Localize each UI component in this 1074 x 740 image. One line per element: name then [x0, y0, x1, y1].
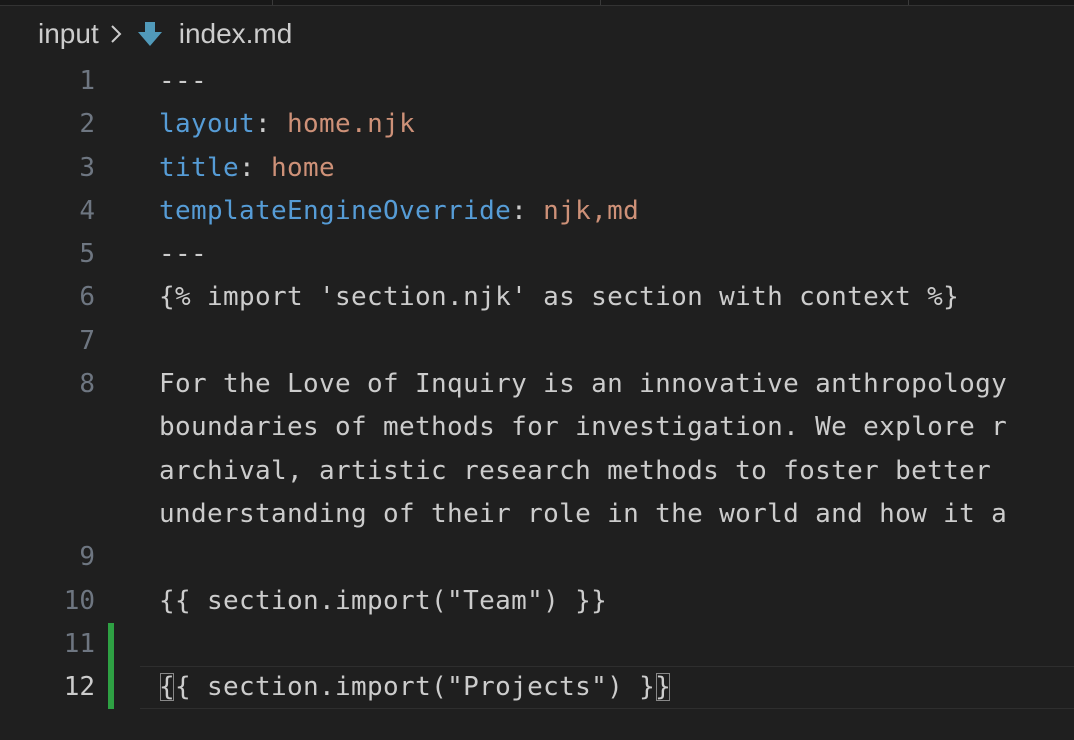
line-number: 10: [63, 585, 95, 616]
code-line[interactable]: 6 {% import 'section.njk' as section wit…: [0, 276, 1074, 319]
code-line[interactable]: 8 For the Love of Inquiry is an innovati…: [0, 363, 1074, 406]
code-line[interactable]: 3 title: home: [0, 147, 1074, 190]
code-line[interactable]: 1 ---: [0, 60, 1074, 103]
line-number: 9: [79, 542, 95, 573]
matched-bracket-open: {: [159, 672, 176, 703]
line-number: 1: [79, 66, 95, 96]
code-line[interactable]: 5 ---: [0, 233, 1074, 276]
line-text: understanding of their role in the world…: [159, 498, 1008, 529]
line-text: archival, artistic research methods to f…: [159, 455, 1008, 486]
git-added-indicator: [108, 666, 114, 710]
yaml-key: title: [159, 152, 240, 183]
line-number: 8: [79, 369, 95, 400]
code-line[interactable]: 4 templateEngineOverride: njk,md: [0, 190, 1074, 233]
line-number: 2: [79, 109, 95, 140]
line-text: ---: [159, 66, 208, 96]
code-editor[interactable]: input index.md 1 --- 2 layout: home.njk …: [0, 0, 1074, 740]
line-text: boundaries of methods for investigation.…: [159, 412, 1008, 443]
git-added-indicator: [108, 622, 114, 667]
code-line-wrap[interactable]: archival, artistic research methods to f…: [0, 450, 1074, 493]
line-text: {{ section.import("Team") }}: [159, 585, 608, 616]
tab-bar-edge: [0, 0, 1074, 6]
code-line-current[interactable]: 12 {{ section.import("Projects") }}: [0, 666, 1074, 710]
breadcrumb-file[interactable]: index.md: [179, 18, 293, 50]
line-number: 5: [79, 239, 95, 270]
code-line[interactable]: 10 {{ section.import("Team") }}: [0, 580, 1074, 623]
line-number: 12: [63, 672, 95, 703]
matched-bracket-close: }: [655, 672, 672, 703]
chevron-right-icon: [109, 23, 123, 45]
line-text-middle: { section.import("Projects") }: [175, 672, 656, 703]
line-number: 7: [79, 325, 95, 356]
editor-lines[interactable]: 1 --- 2 layout: home.njk 3 title: home 4…: [0, 60, 1074, 710]
line-text: ---: [159, 239, 208, 270]
code-line[interactable]: 7: [0, 320, 1074, 363]
code-line[interactable]: 2 layout: home.njk: [0, 103, 1074, 146]
yaml-key: templateEngineOverride: [159, 195, 512, 226]
line-text: {% import 'section.njk' as section with …: [159, 282, 960, 313]
line-text: layout: home.njk: [159, 109, 416, 140]
line-number: 6: [79, 282, 95, 313]
code-line-wrap[interactable]: understanding of their role in the world…: [0, 493, 1074, 536]
line-number: 11: [63, 628, 95, 659]
code-line-wrap[interactable]: boundaries of methods for investigation.…: [0, 406, 1074, 449]
yaml-key: layout: [159, 109, 256, 140]
markdown-down-arrow-icon: [137, 20, 163, 48]
breadcrumb-folder[interactable]: input: [38, 18, 99, 50]
yaml-value: home.njk: [287, 109, 416, 140]
line-text: {{ section.import("Projects") }}: [159, 666, 671, 709]
line-number: 4: [79, 195, 95, 226]
line-text: templateEngineOverride: njk,md: [159, 195, 640, 226]
line-text: title: home: [159, 152, 336, 183]
line-number: 3: [79, 152, 95, 183]
yaml-value: njk,md: [543, 195, 640, 226]
yaml-value: home: [271, 152, 336, 183]
breadcrumb: input index.md: [38, 14, 292, 54]
line-text: For the Love of Inquiry is an innovative…: [159, 369, 1008, 400]
code-line[interactable]: 9: [0, 536, 1074, 579]
code-line[interactable]: 11: [0, 622, 1074, 667]
